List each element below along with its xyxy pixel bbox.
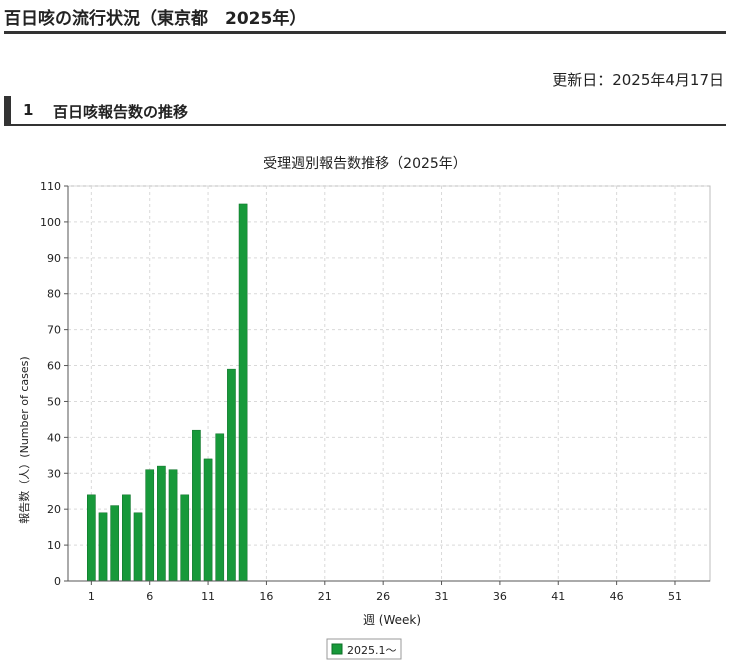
y-tick-label: 60 xyxy=(47,360,61,373)
bar xyxy=(133,512,143,582)
x-axis-ticks: 1 6 11 16 21 26 31 36 41 46 51 xyxy=(88,581,682,603)
x-tick-label: 16 xyxy=(259,590,273,603)
bar xyxy=(145,469,155,582)
y-axis-label: 報告数（人）(Number of cases) xyxy=(18,356,31,523)
x-tick-label: 41 xyxy=(551,590,565,603)
bar-series xyxy=(87,203,248,582)
bar xyxy=(227,368,236,582)
bar xyxy=(180,494,190,582)
x-tick-label: 46 xyxy=(610,590,624,603)
section-title: 百日咳報告数の推移 xyxy=(53,103,189,121)
legend: 2025.1〜 xyxy=(326,638,402,660)
legend-swatch xyxy=(331,643,343,655)
bar xyxy=(110,505,120,582)
bar xyxy=(215,433,225,582)
title-divider xyxy=(4,31,726,34)
bar xyxy=(238,203,248,582)
y-tick-label: 50 xyxy=(47,395,61,408)
bar xyxy=(203,458,213,582)
x-tick-label: 1 xyxy=(88,590,95,603)
y-tick-label: 0 xyxy=(54,575,61,588)
x-axis-label: 週 (Week) xyxy=(363,613,421,627)
bar xyxy=(157,465,166,582)
update-date: 更新日：2025年4月17日 xyxy=(552,71,724,89)
bar xyxy=(87,494,96,582)
x-tick-label: 31 xyxy=(435,590,449,603)
y-tick-label: 20 xyxy=(47,503,61,516)
legend-label: 2025.1〜 xyxy=(347,644,397,657)
x-tick-label: 11 xyxy=(201,590,215,603)
section-number: 1 xyxy=(23,101,34,119)
y-tick-label: 80 xyxy=(47,288,61,301)
y-tick-label: 70 xyxy=(47,324,61,337)
weekly-reports-chart: 受理週別報告数推移（2025年） 報告数（人）(Number of cases)… xyxy=(18,156,711,660)
chart-title: 受理週別報告数推移（2025年） xyxy=(263,156,467,172)
bar xyxy=(122,494,131,582)
y-tick-label: 110 xyxy=(40,180,61,193)
y-tick-label: 40 xyxy=(47,431,61,444)
x-tick-label: 51 xyxy=(668,590,682,603)
y-tick-label: 30 xyxy=(47,467,61,480)
y-tick-label: 100 xyxy=(40,216,61,229)
y-tick-label: 10 xyxy=(47,539,61,552)
x-tick-label: 36 xyxy=(493,590,507,603)
x-tick-label: 21 xyxy=(318,590,332,603)
section-heading: 1 百日咳報告数の推移 xyxy=(4,96,726,126)
bar xyxy=(168,469,178,582)
bar xyxy=(98,512,108,582)
page-title: 百日咳の流行状況（東京都 2025年） xyxy=(4,9,307,29)
x-tick-label: 6 xyxy=(146,590,153,603)
y-axis-ticks: 0 10 20 30 40 50 60 70 80 90 100 110 xyxy=(40,180,68,588)
y-tick-label: 90 xyxy=(47,252,61,265)
x-tick-label: 26 xyxy=(376,590,390,603)
bar xyxy=(192,429,201,582)
